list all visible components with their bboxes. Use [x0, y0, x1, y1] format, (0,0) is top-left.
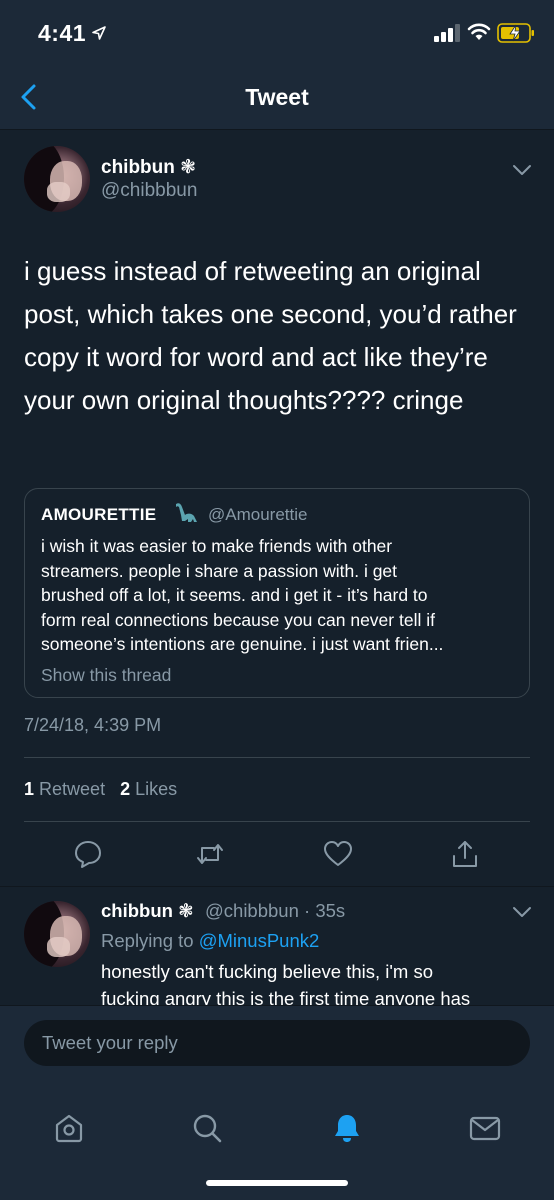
tweet-timestamp: 7/24/18, 4:39 PM — [24, 715, 162, 735]
retweet-icon[interactable] — [194, 838, 226, 870]
retweet-count: 1 — [24, 779, 35, 799]
show-thread-link[interactable]: Show this thread — [41, 665, 171, 686]
like-icon[interactable] — [322, 838, 354, 870]
notifications-icon[interactable] — [330, 1111, 364, 1145]
quoted-author-name: AMOURETTIE — [41, 505, 157, 524]
quoted-text: i wish it was easier to make friends wit… — [41, 534, 521, 657]
retweet-label: Retweet — [39, 779, 106, 799]
status-bar: 4:41 — [0, 0, 554, 64]
reply-input[interactable]: Tweet your reply — [24, 1020, 530, 1066]
quoted-tweet[interactable]: AMOURETTIE @Amourettie i wish it was eas… — [24, 488, 530, 698]
quoted-line: i wish it was easier to make friends wit… — [41, 536, 393, 556]
messages-icon[interactable] — [468, 1111, 502, 1145]
reply-text: honestly can't fucking believe this, i'm… — [101, 958, 531, 1012]
author-name[interactable]: chibbun ❃ — [101, 156, 196, 179]
reply-avatar[interactable] — [24, 901, 90, 967]
quoted-author-handle: @Amourettie — [208, 505, 308, 524]
quoted-line: form real connections because you can ne… — [41, 609, 435, 630]
battery-charging-icon — [497, 23, 534, 43]
quoted-line: brushed off a lot, it seems. and i get i… — [41, 585, 428, 605]
reply-icon[interactable] — [72, 838, 104, 870]
quoted-line: streamers. people i share a passion with… — [41, 560, 398, 581]
status-time: 4:41 — [38, 20, 87, 46]
location-arrow-icon — [92, 26, 106, 40]
chevron-down-icon[interactable] — [512, 164, 532, 176]
like-stat[interactable]: 2 Likes — [120, 779, 177, 799]
reply-author-name[interactable]: chibbun ❃ — [101, 900, 194, 922]
sauropod-icon — [176, 503, 197, 522]
divider — [24, 821, 530, 822]
like-count: 2 — [120, 779, 131, 799]
page-title: Tweet — [245, 84, 309, 110]
retweet-stat[interactable]: 1 Retweet — [24, 779, 105, 799]
nav-bar: Tweet — [0, 64, 554, 130]
search-icon[interactable] — [190, 1111, 224, 1145]
author-handle[interactable]: @chibbbun — [101, 180, 197, 202]
share-icon[interactable] — [449, 838, 481, 870]
cellular-signal-icon — [434, 24, 460, 42]
avatar[interactable] — [24, 146, 90, 212]
home-icon[interactable] — [52, 1111, 86, 1145]
compose-bar: Tweet your reply — [0, 1005, 554, 1081]
tweet-stats: 1 Retweet 2 Likes — [24, 779, 177, 800]
reply-placeholder: Tweet your reply — [42, 1032, 178, 1053]
wifi-icon — [467, 23, 491, 40]
like-label: Likes — [135, 779, 178, 799]
quoted-line: someone’s intentions are genuine. i just… — [41, 634, 444, 654]
replying-prefix: Replying to — [101, 930, 194, 951]
mention-link[interactable]: @MinusPunk2 — [199, 930, 320, 951]
replying-to: Replying to @MinusPunk2 — [101, 930, 319, 952]
divider — [0, 886, 554, 887]
reply-meta: @chibbbun · 35s — [205, 900, 346, 921]
chevron-down-icon[interactable] — [512, 906, 532, 918]
reply-line: honestly can't fucking believe this, i'm… — [101, 961, 434, 982]
home-indicator — [206, 1180, 348, 1186]
divider — [24, 757, 530, 758]
tweet-text: i guess instead of retweeting an origina… — [24, 256, 517, 415]
